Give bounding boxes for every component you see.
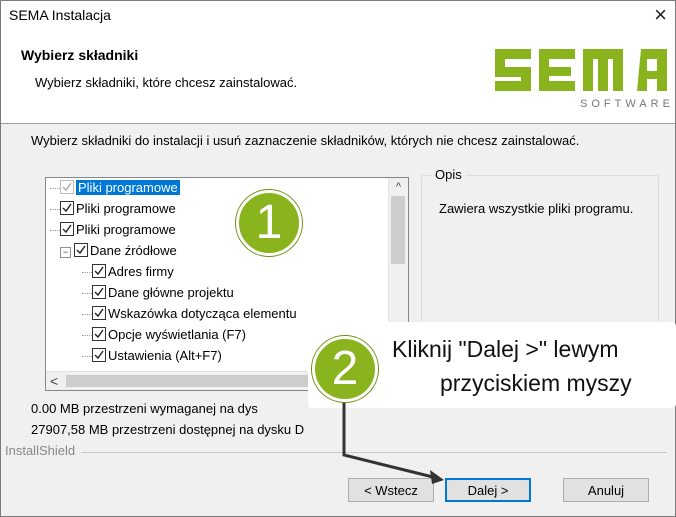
tree-connector xyxy=(50,209,60,210)
tree-item-label: Pliki programowe xyxy=(76,201,176,216)
tree-connector xyxy=(50,188,60,189)
checkbox[interactable] xyxy=(92,285,106,299)
sema-logo: SOFTWARE xyxy=(495,49,671,110)
space-available: 27907,58 MB przestrzeni dostępnej na dys… xyxy=(31,422,305,437)
window-title: SEMA Instalacja xyxy=(9,7,111,23)
checkbox[interactable] xyxy=(60,180,74,194)
back-button[interactable]: < Wstecz xyxy=(348,478,434,502)
tree-item[interactable]: − Dane źródłowe xyxy=(60,241,177,261)
installshield-label: InstallShield xyxy=(5,443,82,458)
page-subtitle: Wybierz składniki, które chcesz zainstal… xyxy=(35,75,298,90)
tree-item-label: Opcje wyświetlania (F7) xyxy=(108,327,246,342)
tree-item-label: Wskazówka dotycząca elementu xyxy=(108,306,297,321)
tree-connector xyxy=(50,230,60,231)
checkbox[interactable] xyxy=(92,327,106,341)
checkbox[interactable] xyxy=(74,243,88,257)
installshield-divider xyxy=(5,452,667,453)
installer-window: SEMA Instalacja × Wybierz składniki Wybi… xyxy=(0,0,676,517)
scroll-left-icon[interactable]: < xyxy=(50,372,58,390)
tree-item[interactable]: Pliki programowe xyxy=(50,178,180,198)
tree-item-label: Dane główne projektu xyxy=(108,285,234,300)
collapse-icon[interactable]: − xyxy=(60,247,71,258)
tree-item[interactable]: Opcje wyświetlania (F7) xyxy=(82,325,246,345)
checkbox[interactable] xyxy=(60,222,74,236)
tree-item-label: Pliki programowe xyxy=(76,222,176,237)
tree-item[interactable]: Adres firmy xyxy=(82,262,174,282)
tree-item[interactable]: Ustawienia (Alt+F7) xyxy=(82,346,222,366)
checkbox[interactable] xyxy=(92,264,106,278)
instructions-text: Wybierz składniki do instalacji i usuń z… xyxy=(31,133,580,148)
tree-item-label: Ustawienia (Alt+F7) xyxy=(108,348,222,363)
description-text: Zawiera wszystkie pliki programu. xyxy=(439,201,634,216)
callout-line2: przyciskiem myszy xyxy=(440,370,632,396)
checkbox[interactable] xyxy=(92,348,106,362)
tree-connector xyxy=(82,335,92,336)
title-bar: SEMA Instalacja × xyxy=(1,1,675,31)
tree-item[interactable]: Wskazówka dotycząca elementu xyxy=(82,304,297,324)
close-icon[interactable]: × xyxy=(654,2,667,28)
tree-item-label: Dane źródłowe xyxy=(90,243,177,258)
scroll-up-icon[interactable]: ^ xyxy=(389,178,408,196)
checkbox[interactable] xyxy=(92,306,106,320)
checkbox[interactable] xyxy=(60,201,74,215)
tree-connector xyxy=(82,356,92,357)
callout-line1: Kliknij "Dalej >" lewym xyxy=(392,336,619,362)
step-badge-2: 2 xyxy=(312,336,378,402)
tree-item[interactable]: Pliki programowe xyxy=(50,199,176,219)
tree-item[interactable]: Dane główne projektu xyxy=(82,283,234,303)
tree-connector xyxy=(82,272,92,273)
space-required: 0.00 MB przestrzeni wymaganej na dys xyxy=(31,401,258,416)
wizard-header: Wybierz składniki Wybierz składniki, któ… xyxy=(1,31,675,124)
cancel-button[interactable]: Anuluj xyxy=(563,478,649,502)
tree-item-label: Adres firmy xyxy=(108,264,174,279)
tree-item-label: Pliki programowe xyxy=(76,180,180,195)
page-title: Wybierz składniki xyxy=(21,47,139,63)
description-legend: Opis xyxy=(431,167,466,182)
step-badge-1: 1 xyxy=(236,190,302,256)
svg-text:SOFTWARE: SOFTWARE xyxy=(580,98,671,110)
tree-item[interactable]: Pliki programowe xyxy=(50,220,176,240)
tree-connector xyxy=(82,293,92,294)
tree-connector xyxy=(82,314,92,315)
next-button[interactable]: Dalej > xyxy=(445,478,531,502)
scroll-thumb[interactable] xyxy=(391,196,405,264)
